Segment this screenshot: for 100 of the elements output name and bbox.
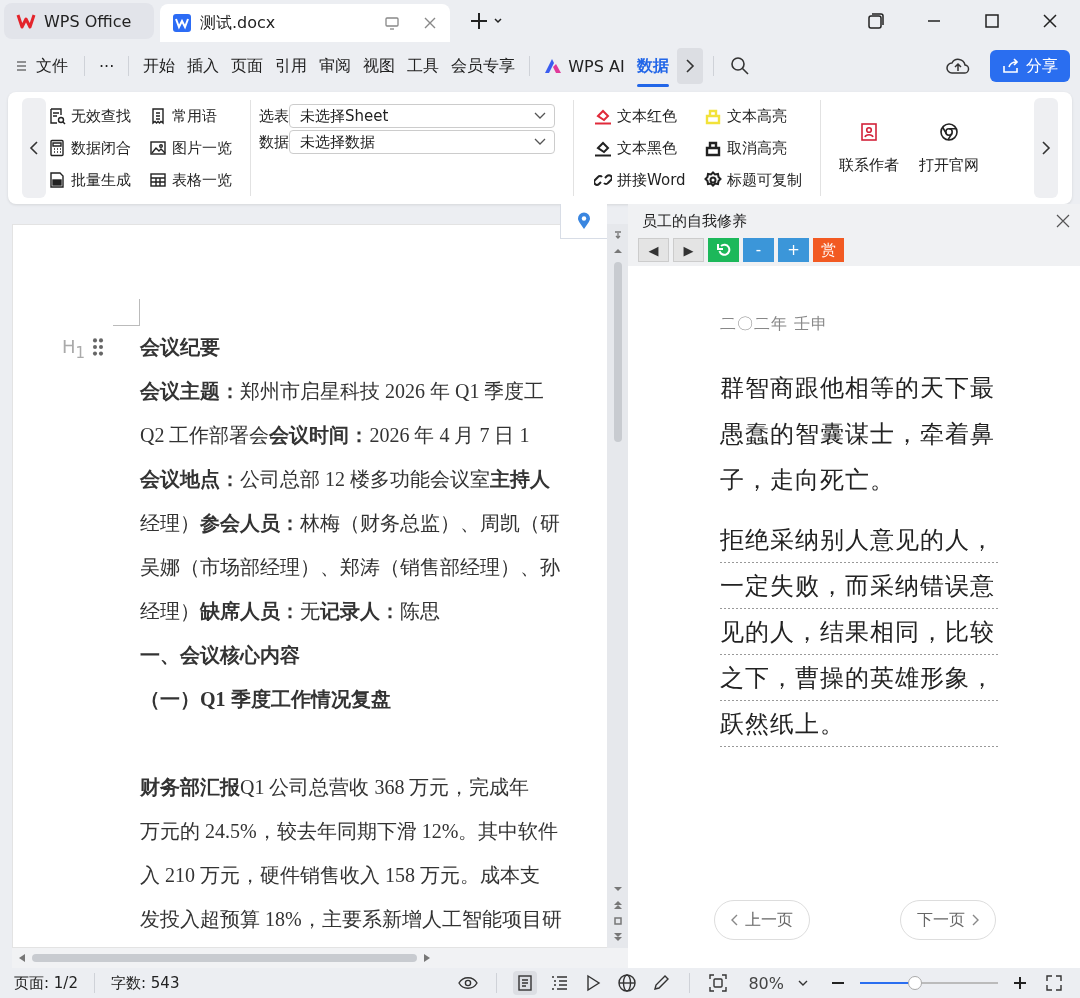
refresh-button[interactable] <box>708 238 739 262</box>
document-heading: （一）Q1 季度工作情况复盘 <box>140 688 391 710</box>
image-icon <box>149 139 167 157</box>
document-text: 财务部汇报Q1 公司总营收 368 万元，完成年 <box>140 776 530 798</box>
ribbon-tab[interactable]: 页面 <box>227 49 268 83</box>
word-count: 字数: 543 <box>110 973 180 993</box>
ribbon-tab[interactable]: WPS AI <box>540 50 629 82</box>
document-text: 万元的 24.5%，较去年同期下滑 12%。其中软件 <box>140 820 559 842</box>
ribbon-button[interactable]: 常用语 <box>149 100 232 132</box>
scrollbar-thumb[interactable] <box>32 954 417 962</box>
ribbon-button[interactable]: 批量生成 <box>48 164 131 196</box>
cloud-upload-icon[interactable] <box>946 56 970 76</box>
share-icon <box>1002 58 1020 74</box>
menu-icon <box>16 60 28 72</box>
previous-page-icon[interactable] <box>612 900 623 910</box>
search-icon[interactable] <box>729 56 750 76</box>
document-heading: 一、会议核心内容 <box>140 644 300 666</box>
ribbon-tab[interactable]: 开始 <box>139 49 180 83</box>
dropdown-field[interactable]: 未选择数据 <box>289 130 555 154</box>
quote-paragraph: 群智商跟他相等的天下最愚蠢的智囊谋士，牵着鼻子，走向死亡。 <box>720 373 996 496</box>
maximize-icon[interactable] <box>982 11 1002 31</box>
app-tab[interactable]: 测试.docx <box>160 4 450 42</box>
scroll-to-top-icon[interactable] <box>612 230 623 240</box>
document-text: Q2 工作部署会会议时间：2026 年 4 月 7 日 1 <box>140 424 530 446</box>
ribbon-button[interactable]: 无效查找 <box>48 100 131 132</box>
scroll-left-icon[interactable] <box>18 953 26 963</box>
file-menu[interactable]: 文件 <box>10 49 74 83</box>
location-button[interactable] <box>560 204 607 239</box>
dropdown-field[interactable]: 未选择Sheet <box>289 104 555 128</box>
document-text: 会议地点：公司总部 12 楼多功能会议室主持人 <box>140 468 550 490</box>
app-tab[interactable]: WPS Office <box>4 3 154 39</box>
ribbon-button[interactable]: 标题可复制 <box>703 164 802 196</box>
ribbon-button[interactable]: 文本黑色 <box>594 132 686 164</box>
caret-icon <box>798 980 808 986</box>
heading-marker: H$_{1}$ <box>62 335 86 364</box>
chevron-left-icon <box>29 140 39 156</box>
location-pin-icon <box>577 212 591 230</box>
ribbon-button[interactable]: 打开官网 <box>918 121 979 175</box>
drag-handle-icon[interactable] <box>92 337 104 357</box>
document-heading: 会议纪要 <box>140 336 220 358</box>
chevron-right-icon <box>971 914 979 926</box>
contact-card-icon <box>858 121 879 142</box>
ribbon-button[interactable]: 联系作者 <box>838 121 899 175</box>
document-text: 发投入超预算 18%，主要系新增人工智能项目研 <box>140 908 562 930</box>
share-button[interactable]: 分享 <box>990 50 1070 82</box>
margin-corner-mark <box>113 299 140 326</box>
more-menu[interactable]: ··· <box>95 50 119 82</box>
select-label: 选表 <box>259 106 289 126</box>
restore-icon[interactable] <box>866 11 886 31</box>
close-icon[interactable] <box>1056 214 1070 228</box>
monitor-icon[interactable] <box>384 15 400 31</box>
document-text: 会议主题：郑州市启星科技 2026 年 Q1 季度工 <box>140 380 545 402</box>
receipt-icon <box>149 107 167 125</box>
chevron-right-icon <box>684 58 695 74</box>
ribbon-tab[interactable]: 审阅 <box>315 49 356 83</box>
scroll-up-icon[interactable] <box>612 246 623 256</box>
next-page-icon[interactable] <box>612 932 623 942</box>
document-text: 吴娜（市场部经理）、郑涛（销售部经理）、孙 <box>140 556 560 578</box>
ribbon-button[interactable]: 文本红色 <box>594 100 686 132</box>
document-icon <box>172 13 192 33</box>
ribbon-button[interactable]: 拼接Word <box>594 164 686 196</box>
chevron-right-icon <box>1041 140 1051 156</box>
scroll-right-icon[interactable] <box>423 953 431 963</box>
calculator-icon <box>48 139 66 157</box>
square-icon[interactable] <box>612 916 623 926</box>
table-icon <box>149 171 167 189</box>
ribbon-button[interactable]: 文本高亮 <box>703 100 802 132</box>
ribbon-tab[interactable]: 插入 <box>183 49 224 83</box>
vertical-scrollbar[interactable] <box>607 224 628 948</box>
ribbon-button[interactable]: 图片一览 <box>149 132 232 164</box>
scroll-right-button[interactable] <box>676 48 703 84</box>
page-count: 页面: 1/2 <box>14 973 78 993</box>
select-label: 数据 <box>259 132 289 152</box>
ribbon-button[interactable]: 数据闭合 <box>48 132 131 164</box>
ribbon-button[interactable]: 表格一览 <box>149 164 232 196</box>
document-text: 经理）缺席人员：无记录人：陈思 <box>140 600 440 622</box>
page-view-icon[interactable] <box>513 971 538 995</box>
ai-logo-icon <box>544 58 563 74</box>
ribbon-tab[interactable]: 视图 <box>359 49 400 83</box>
caret-icon <box>534 112 546 120</box>
ribbon-tab[interactable]: 工具 <box>403 49 444 83</box>
ribbon-tab[interactable]: 引用 <box>271 49 312 83</box>
document-text: 入 210 万元，硬件销售收入 158 万元。成本支 <box>140 864 540 886</box>
zoom-dropdown[interactable]: 80% <box>748 973 808 993</box>
browser-icon <box>938 121 959 142</box>
panel-title: 员工的自我修养 <box>642 211 748 231</box>
ribbon-tab[interactable]: 会员专享 <box>447 49 520 83</box>
refresh-icon <box>715 242 732 258</box>
document-icon <box>48 171 66 189</box>
horizontal-scrollbar[interactable] <box>12 948 628 968</box>
toolbar-button[interactable]: ▶ <box>673 238 704 262</box>
caret-icon <box>534 138 546 146</box>
date-text: 二〇二年 壬申 <box>720 314 830 335</box>
chevron-left-icon <box>731 914 739 926</box>
toolbar-button[interactable]: ◀ <box>638 238 669 262</box>
document-text: 经理）参会人员：林梅（财务总监）、周凯（研 <box>140 512 560 534</box>
ribbon-button[interactable]: 取消高亮 <box>703 132 802 164</box>
search-document-icon <box>48 107 66 125</box>
scroll-down-icon[interactable] <box>612 884 623 894</box>
scrollbar-thumb[interactable] <box>613 262 622 442</box>
